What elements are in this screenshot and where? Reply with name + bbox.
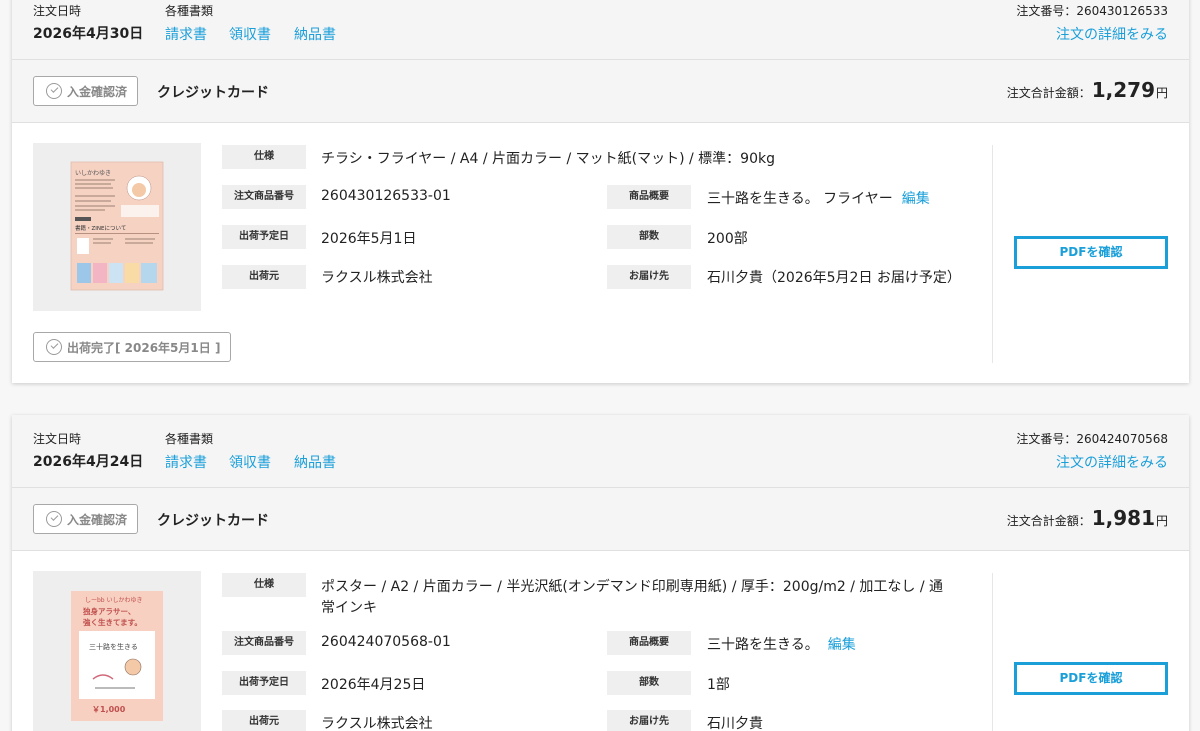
quantity-label: 部数 xyxy=(607,671,691,695)
payment-method: クレジットカード xyxy=(157,85,269,101)
pdf-confirm-button[interactable]: PDFを確認 xyxy=(1014,236,1168,269)
item-number-label: 注文商品番号 xyxy=(222,185,306,209)
order-total-unit: 円 xyxy=(1155,86,1168,100)
edit-link[interactable]: 編集 xyxy=(828,637,856,653)
payment-row: 入金確認済 クレジットカード 注文合計金額： 1,279 円 xyxy=(12,60,1189,123)
destination-label: お届け先 xyxy=(607,265,691,289)
item-number: 260430126533-01 xyxy=(321,188,451,204)
spec-value-line-2: 常インキ xyxy=(321,600,377,616)
ship-date: 2026年4月25日 xyxy=(321,677,426,693)
payment-status-badge: 入金確認済 xyxy=(33,76,139,106)
receipt-link[interactable]: 領収書 xyxy=(229,24,271,44)
flyer-preview-image: いしかわゆき 書籍・ZINEについて xyxy=(70,161,164,291)
invoice-link[interactable]: 請求書 xyxy=(165,452,207,472)
order-detail-link[interactable]: 注文の詳細をみる xyxy=(1056,452,1168,472)
check-circle-icon xyxy=(46,511,62,527)
poster-preview-image: しーbb いしかわゆき 独身アラサー、 強く生きてます。 三十路を生きる ￥1,… xyxy=(71,591,163,721)
destination: 石川夕貴（2026年5月2日 お届け予定） xyxy=(707,270,961,286)
order-number: 注文番号：260430126533 xyxy=(1016,4,1168,18)
order-total-unit: 円 xyxy=(1155,514,1168,528)
payment-row: 入金確認済 クレジットカード 注文合計金額： 1,981 円 xyxy=(12,488,1189,551)
quantity-label: 部数 xyxy=(607,225,691,249)
order-total-label: 注文合計金額： xyxy=(1006,514,1091,528)
summary-label: 商品概要 xyxy=(607,185,691,209)
delivery-note-link[interactable]: 納品書 xyxy=(294,24,336,44)
delivery-note-link[interactable]: 納品書 xyxy=(294,452,336,472)
summary-label: 商品概要 xyxy=(607,631,691,655)
column-divider xyxy=(992,573,993,731)
check-circle-icon xyxy=(46,83,62,99)
poster-book-title: 三十路を生きる xyxy=(89,642,138,651)
item-number-label: 注文商品番号 xyxy=(222,631,306,655)
payment-method: クレジットカード xyxy=(157,513,269,529)
documents-label: 各種書類 xyxy=(165,4,214,18)
spec-label: 仕様 xyxy=(222,145,306,169)
order-date-label: 注文日時 xyxy=(33,4,82,18)
ship-date-label: 出荷予定日 xyxy=(222,671,306,695)
order-total: 注文合計金額： 1,981 円 xyxy=(1007,506,1168,530)
order-header: 注文日時 2026年4月30日 各種書類 請求書 領収書 納品書 注文番号：26… xyxy=(12,0,1189,60)
pdf-confirm-button[interactable]: PDFを確認 xyxy=(1014,662,1168,695)
shipper: ラクスル株式会社 xyxy=(321,270,433,286)
payment-status-badge: 入金確認済 xyxy=(33,504,139,534)
order-header: 注文日時 2026年4月24日 各種書類 請求書 領収書 納品書 注文番号：26… xyxy=(12,415,1189,488)
destination-label: お届け先 xyxy=(607,710,691,731)
shipper: ラクスル株式会社 xyxy=(321,716,433,731)
summary-value: 三十路を生きる。 フライヤー 編集 xyxy=(707,188,930,208)
poster-headline-1: 独身アラサー、 xyxy=(83,606,135,616)
edit-link[interactable]: 編集 xyxy=(902,191,930,207)
order-total-value: 1,981 xyxy=(1091,506,1155,530)
summary-text: 三十路を生きる。 xyxy=(707,637,819,653)
quantity: 200部 xyxy=(707,231,748,247)
poster-headline-2: 強く生きてます。 xyxy=(83,617,142,627)
product-thumbnail: いしかわゆき 書籍・ZINEについて xyxy=(33,143,201,311)
order-total-label: 注文合計金額： xyxy=(1006,86,1091,100)
spec-label: 仕様 xyxy=(222,573,306,597)
spec-value: チラシ・フライヤー / A4 / 片面カラー / マット紙(マット) / 標準：… xyxy=(321,151,775,167)
shipping-status-badge: 出荷完了[ 2026年5月1日 ] xyxy=(33,332,232,362)
shipper-label: 出荷元 xyxy=(222,265,306,289)
column-divider xyxy=(992,145,993,363)
order-total: 注文合計金額： 1,279 円 xyxy=(1007,78,1168,102)
payment-status-label: 入金確認済 xyxy=(67,84,128,99)
order-card: 注文日時 2026年4月24日 各種書類 請求書 領収書 納品書 注文番号：26… xyxy=(12,415,1189,731)
shipping-status-label: 出荷完了[ 2026年5月1日 ] xyxy=(67,340,221,355)
invoice-link[interactable]: 請求書 xyxy=(165,24,207,44)
svg-text:書籍・ZINEについて: 書籍・ZINEについて xyxy=(75,224,126,232)
ship-date: 2026年5月1日 xyxy=(321,231,417,247)
order-date: 2026年4月24日 xyxy=(33,454,144,470)
summary-text: 三十路を生きる。 フライヤー xyxy=(707,191,893,207)
product-thumbnail: しーbb いしかわゆき 独身アラサー、 強く生きてます。 三十路を生きる ￥1,… xyxy=(33,571,201,731)
destination: 石川夕貴 xyxy=(707,716,763,731)
ship-date-label: 出荷予定日 xyxy=(222,225,306,249)
order-number: 注文番号：260424070568 xyxy=(1016,432,1168,446)
svg-text:いしかわゆき: いしかわゆき xyxy=(75,170,111,177)
receipt-link[interactable]: 領収書 xyxy=(229,452,271,472)
quantity: 1部 xyxy=(707,677,730,693)
summary-value: 三十路を生きる。 編集 xyxy=(707,634,856,654)
item-number: 260424070568-01 xyxy=(321,634,451,650)
spec-value-line-1: ポスター / A2 / 片面カラー / 半光沢紙(オンデマンド印刷専用紙) / … xyxy=(321,579,943,595)
documents-label: 各種書類 xyxy=(165,432,214,446)
payment-status-label: 入金確認済 xyxy=(67,512,128,527)
poster-price: ￥1,000 xyxy=(92,705,126,714)
order-total-value: 1,279 xyxy=(1091,78,1155,102)
order-card: 注文日時 2026年4月30日 各種書類 請求書 領収書 納品書 注文番号：26… xyxy=(12,0,1189,383)
check-circle-icon xyxy=(46,339,62,355)
shipper-label: 出荷元 xyxy=(222,710,306,731)
order-detail-link[interactable]: 注文の詳細をみる xyxy=(1056,24,1168,44)
poster-author: しーbb いしかわゆき xyxy=(85,597,143,604)
order-date: 2026年4月30日 xyxy=(33,26,144,42)
order-date-label: 注文日時 xyxy=(33,432,82,446)
